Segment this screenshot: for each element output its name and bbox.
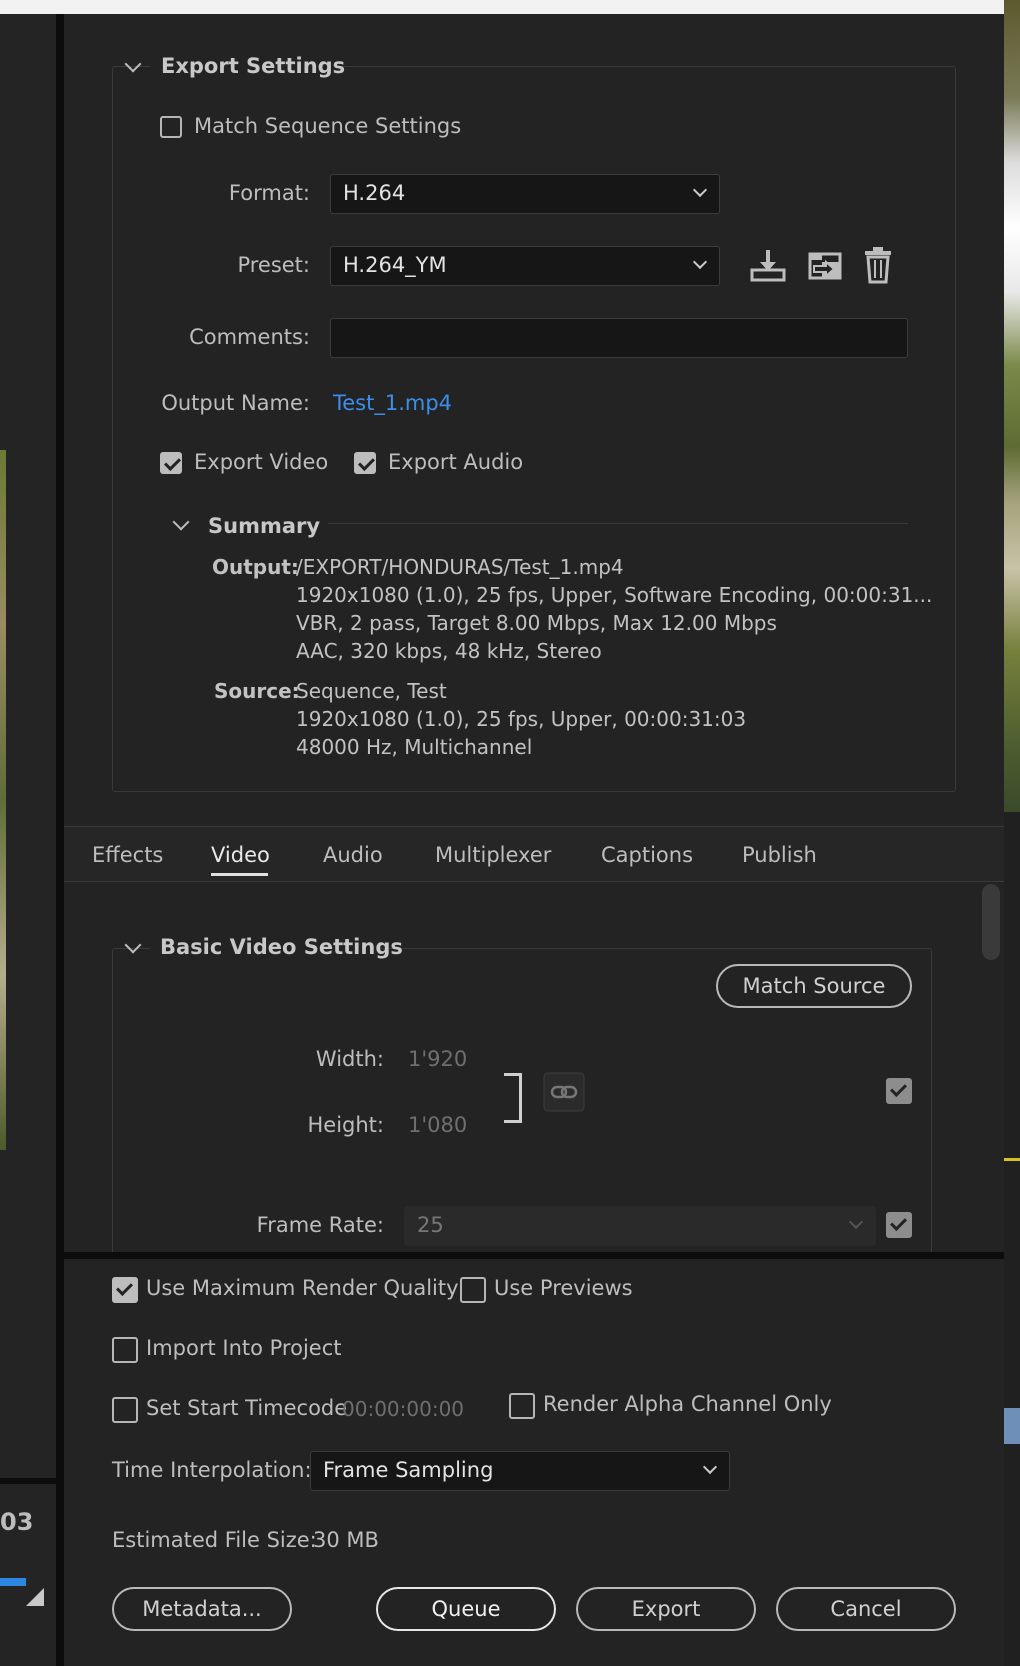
max-render-quality-checkbox[interactable] [112,1277,138,1303]
use-previews-checkbox[interactable] [460,1277,486,1303]
tab-multiplexer[interactable]: Multiplexer [435,843,551,867]
frame-rate-value: 25 [417,1213,444,1237]
export-button[interactable]: Export [576,1587,756,1631]
summary-source-line: Sequence, Test [296,679,447,703]
export-audio-checkbox[interactable] [354,452,376,474]
tab-video[interactable]: Video [211,843,270,867]
match-sequence-label: Match Sequence Settings [194,114,462,138]
tab-audio[interactable]: Audio [323,843,383,867]
tab-video-underline [211,873,268,876]
render-alpha-checkbox[interactable] [509,1393,535,1419]
delete-preset-icon[interactable] [862,246,894,284]
metadata-button[interactable]: Metadata... [112,1587,292,1631]
height-label: Height: [307,1113,385,1137]
basic-video-settings-title: Basic Video Settings [160,935,403,959]
summary-output-line: AAC, 320 kbps, 48 kHz, Stereo [296,639,602,663]
estimated-file-size-value: 30 MB [313,1528,379,1552]
export-audio-label: Export Audio [388,450,524,474]
summary-source-line: 1920x1080 (1.0), 25 fps, Upper, 00:00:31… [296,707,747,731]
summary-output-line: VBR, 2 pass, Target 8.00 Mbps, Max 12.00… [296,611,777,635]
format-select[interactable]: H.264 [330,174,720,214]
summary-output-line: /EXPORT/HONDURAS/Test_1.mp4 [296,555,624,579]
preset-label: Preset: [237,253,310,277]
summary-output-label: Output: [212,555,299,579]
summary-source-line: 48000 Hz, Multichannel [296,735,533,759]
set-start-timecode-label: Set Start Timecode [146,1396,348,1420]
time-interpolation-select[interactable]: Frame Sampling [310,1451,730,1491]
left-panel [0,0,56,1666]
right-panel-fragment [1004,812,1020,1666]
height-value[interactable]: 1'080 [408,1113,467,1137]
preset-value: H.264_YM [343,253,447,277]
left-timeline-bar [0,1578,26,1586]
right-preview-fragment [1004,0,1020,812]
chevron-down-icon [692,254,708,270]
format-label: Format: [228,181,310,205]
estimated-file-size-label: Estimated File Size: [112,1528,317,1552]
save-preset-icon[interactable] [750,248,786,282]
tab-effects[interactable]: Effects [92,843,163,867]
comments-input[interactable] [330,318,908,358]
set-start-timecode-checkbox[interactable] [112,1397,138,1423]
tab-captions[interactable]: Captions [601,843,693,867]
chevron-down-icon [692,182,708,198]
summary-source-label: Source: [214,679,300,703]
frame-rate-select[interactable]: 25 [404,1206,876,1246]
max-render-quality-label: Use Maximum Render Quality [146,1276,459,1300]
export-video-checkbox[interactable] [160,452,182,474]
preset-select[interactable]: H.264_YM [330,246,720,286]
output-name-label: Output Name: [161,391,310,415]
summary-output-line: 1920x1080 (1.0), 25 fps, Upper, Software… [296,583,933,607]
format-value: H.264 [343,181,406,205]
export-video-label: Export Video [194,450,329,474]
import-preset-icon[interactable] [806,248,844,282]
frame-rate-override-checkbox[interactable] [886,1212,912,1238]
right-panel-highlight [1004,1408,1020,1444]
right-panel-marker [1004,1158,1020,1161]
tab-publish[interactable]: Publish [742,843,817,867]
panel-divider [56,0,64,1666]
render-alpha-label: Render Alpha Channel Only [543,1392,832,1416]
frame-rate-label: Frame Rate: [256,1213,384,1237]
resize-corner-icon[interactable] [26,1588,44,1606]
comments-label: Comments: [189,325,310,349]
width-label: Width: [315,1047,384,1071]
summary-title: Summary [208,514,321,538]
use-previews-label: Use Previews [494,1276,633,1300]
left-timecode: 03 [0,1508,34,1536]
output-name-link[interactable]: Test_1.mp4 [333,391,452,415]
import-into-project-checkbox[interactable] [112,1337,138,1363]
title-bar-strip [0,0,1004,14]
scrollbar-thumb[interactable] [982,884,1000,960]
queue-button[interactable]: Queue [376,1587,556,1631]
start-timecode-value[interactable]: 00:00:00:00 [342,1397,464,1421]
match-source-button[interactable]: Match Source [716,964,912,1008]
time-interpolation-label: Time Interpolation: [112,1458,312,1482]
import-into-project-label: Import Into Project [146,1336,342,1360]
dimension-bracket [504,1073,522,1123]
chevron-down-icon [848,1214,864,1230]
chevron-down-icon [702,1459,718,1475]
cancel-button[interactable]: Cancel [776,1587,956,1631]
width-value[interactable]: 1'920 [408,1047,467,1071]
summary-divider [328,523,908,524]
export-settings-title: Export Settings [161,54,346,78]
match-sequence-checkbox[interactable] [160,116,182,138]
resolution-override-checkbox[interactable] [886,1078,912,1104]
left-preview-fragment [0,450,6,1150]
left-divider [0,1478,56,1484]
link-icon[interactable] [543,1072,585,1112]
footer-divider [64,1252,1004,1259]
time-interpolation-value: Frame Sampling [323,1458,494,1482]
